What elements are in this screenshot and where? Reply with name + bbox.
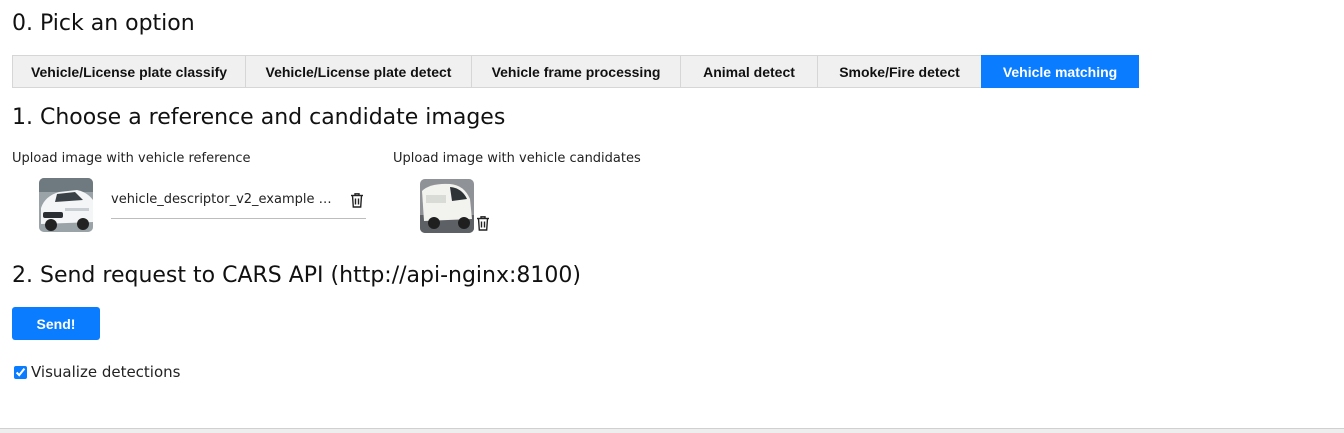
visualize-detections-option[interactable]: Visualize detections	[14, 363, 180, 381]
reference-upload-label: Upload image with vehicle reference	[12, 151, 251, 166]
tab-smoke-fire-detect[interactable]: Smoke/Fire detect	[817, 55, 981, 88]
candidate-image-thumbnail[interactable]	[420, 179, 474, 233]
option-tabs: Vehicle/License plate classify Vehicle/L…	[12, 55, 1139, 88]
visualize-detections-checkbox[interactable]	[14, 365, 27, 379]
reference-image-thumbnail[interactable]	[39, 178, 93, 232]
visualize-detections-label: Visualize detections	[31, 363, 181, 381]
tab-animal-detect[interactable]: Animal detect	[680, 55, 817, 88]
tab-vehicle-license-plate-detect[interactable]: Vehicle/License plate detect	[245, 55, 471, 88]
section-title-send-request: 2. Send request to CARS API (http://api-…	[12, 263, 581, 288]
tab-vehicle-matching[interactable]: Vehicle matching	[981, 55, 1139, 88]
send-button[interactable]: Send!	[12, 307, 100, 340]
section-title-pick-option: 0. Pick an option	[12, 11, 195, 36]
section-title-choose-images: 1. Choose a reference and candidate imag…	[12, 105, 506, 130]
tab-vehicle-frame-processing[interactable]: Vehicle frame processing	[471, 55, 680, 88]
trash-icon[interactable]	[474, 214, 492, 232]
page: 0. Pick an option Vehicle/License plate …	[0, 0, 1344, 433]
bottom-divider	[0, 428, 1344, 433]
reference-filename: vehicle_descriptor_v2_example 3.jpg	[111, 192, 337, 207]
trash-icon[interactable]	[348, 191, 366, 209]
candidates-upload-label: Upload image with vehicle candidates	[393, 151, 641, 166]
reference-filename-field: vehicle_descriptor_v2_example 3.jpg	[111, 186, 366, 219]
tab-vehicle-license-plate-classify[interactable]: Vehicle/License plate classify	[12, 55, 245, 88]
